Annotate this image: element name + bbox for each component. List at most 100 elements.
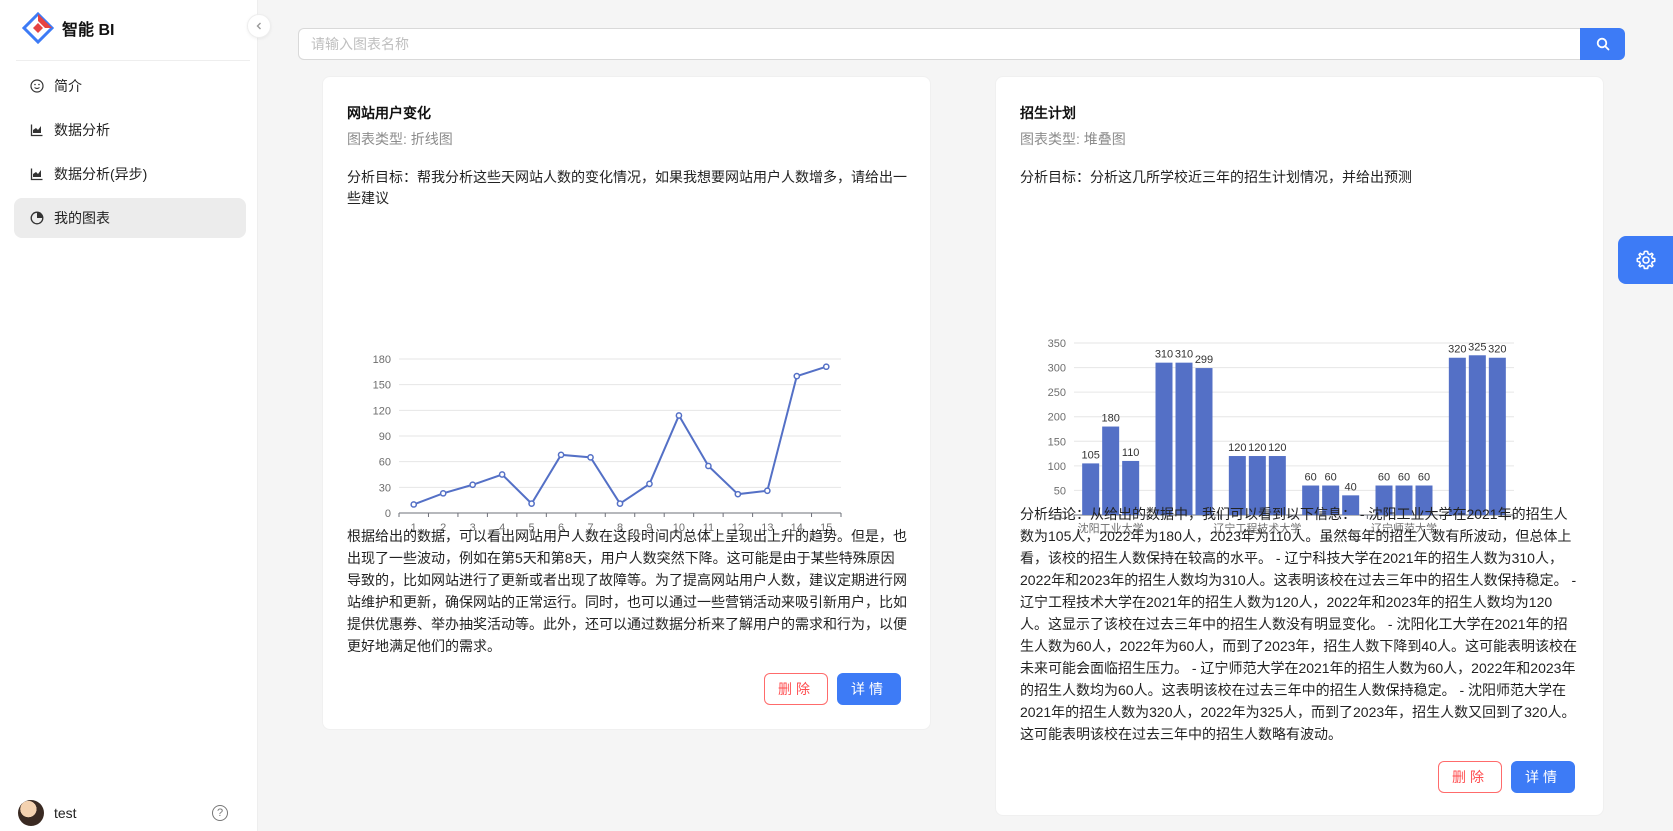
- sidebar-item-my-charts[interactable]: 我的图表: [14, 198, 246, 238]
- bar-value-label: 120: [1248, 442, 1266, 454]
- smile-icon: [30, 79, 44, 93]
- sidebar-item-label: 我的图表: [54, 210, 110, 226]
- app-logo[interactable]: 智能 BI: [22, 12, 114, 44]
- bar-value-label: 310: [1175, 349, 1193, 361]
- chart-title: 招生计划: [1020, 105, 1076, 121]
- search-input[interactable]: [298, 28, 1580, 60]
- bar-value-label: 60: [1305, 472, 1317, 484]
- bar: [1155, 362, 1173, 515]
- chart-goal: 分析目标：分析这几所学校近三年的招生计划情况，并给出预测: [1020, 169, 1412, 185]
- question-circle-icon[interactable]: ?: [212, 805, 228, 821]
- bar-value-label: 60: [1398, 472, 1410, 484]
- y-tick-label: 200: [1048, 412, 1066, 424]
- sidebar-item-label: 简介: [54, 78, 82, 94]
- y-tick-label: 90: [379, 431, 391, 443]
- data-point: [498, 471, 506, 478]
- data-point: [705, 462, 712, 470]
- line-chart: 03060901201501801 2 3 4 5 6 7 8 9 10 11 12 13 14 15: [373, 354, 842, 534]
- bar: [1175, 362, 1193, 515]
- data-point: [616, 500, 624, 507]
- chart-goal: 分析目标：帮我分析这些天网站人数的变化情况，如果我想要网站用户人数增多，请给出一…: [347, 169, 907, 206]
- chart-conclusion: 分析结论：从给出的数据中，我们可以看到以下信息： - 沈阳工业大学在2021年的…: [1020, 506, 1578, 742]
- search-icon: [1596, 37, 1609, 51]
- bar-value-label: 320: [1488, 344, 1506, 356]
- data-point: [439, 489, 447, 497]
- y-tick-label: 30: [379, 482, 391, 494]
- bar-value-label: 180: [1101, 413, 1119, 425]
- bar-value-label: 40: [1345, 481, 1357, 493]
- y-tick-label: 250: [1048, 387, 1066, 399]
- data-point: [469, 481, 477, 489]
- chart-type: 图表类型: 堆叠图: [1020, 131, 1126, 147]
- logo-icon: [22, 12, 54, 44]
- sidebar-item-analysis[interactable]: 数据分析: [14, 110, 246, 150]
- chevron-left-icon: [256, 22, 261, 30]
- sidebar-item-label: 数据分析: [54, 122, 110, 138]
- user-name: test: [54, 805, 77, 821]
- bar: [1102, 426, 1120, 515]
- bar-value-label: 60: [1325, 472, 1337, 484]
- y-tick-label: 50: [1054, 485, 1066, 497]
- chart-conclusion: 根据给出的数据，可以看出网站用户人数在这段时间内总体上呈现出上升的趋势。但是，也…: [347, 528, 907, 654]
- bar-value-label: 60: [1378, 472, 1390, 484]
- sidebar-collapse-button[interactable]: [247, 14, 271, 38]
- y-tick-label: 300: [1048, 363, 1066, 375]
- chart-card: 招生计划 图表类型: 堆叠图 分析目标：分析这几所学校近三年的招生计划情况，并给…: [995, 76, 1604, 816]
- bar-chart: 050100150200250300350105180110沈阳工业大学310 3…: [1048, 338, 1515, 535]
- y-tick-label: 0: [385, 508, 391, 520]
- settings-button[interactable]: [1618, 236, 1673, 284]
- bar-value-label: 325: [1468, 341, 1486, 353]
- data-point: [675, 412, 683, 419]
- y-tick-label: 180: [373, 354, 391, 366]
- bar-value-label: 310: [1155, 349, 1173, 361]
- data-point: [793, 372, 801, 380]
- y-tick-label: 120: [373, 405, 391, 417]
- sidebar-divider: [16, 60, 250, 61]
- line-chart-icon: [30, 123, 44, 137]
- delete-button[interactable]: 删除: [764, 673, 828, 705]
- data-point: [646, 480, 653, 488]
- line-chart-icon: [30, 167, 44, 181]
- y-tick-label: 150: [373, 380, 391, 392]
- chart-card: 网站用户变化 图表类型: 折线图 分析目标：帮我分析这些天网站人数的变化情况，如…: [322, 76, 931, 730]
- sidebar-item-intro[interactable]: 简介: [14, 66, 246, 106]
- bar-value-label: 60: [1418, 472, 1430, 484]
- chart-search: [298, 28, 1625, 60]
- sidebar-item-analysis-async[interactable]: 数据分析(异步): [14, 154, 246, 194]
- bar-value-label: 110: [1122, 447, 1140, 459]
- bar: [1468, 355, 1486, 515]
- data-point: [528, 500, 535, 507]
- bar-value-label: 120: [1228, 442, 1246, 454]
- data-point: [734, 490, 742, 498]
- pie-chart-icon: [30, 211, 44, 225]
- y-tick-label: 350: [1048, 338, 1066, 350]
- bar: [1195, 368, 1213, 515]
- detail-button[interactable]: 详情: [1511, 761, 1575, 793]
- data-point: [557, 451, 565, 459]
- sidebar-menu: 简介 数据分析 数据分析(异步) 我的图表: [14, 66, 246, 242]
- delete-button[interactable]: 删除: [1438, 761, 1502, 793]
- avatar[interactable]: [18, 800, 44, 826]
- bar: [1488, 357, 1506, 515]
- data-point: [822, 363, 830, 371]
- app-title: 智能 BI: [62, 22, 115, 39]
- bar: [1448, 357, 1466, 515]
- user-profile[interactable]: test: [18, 800, 77, 826]
- chart-title: 网站用户变化: [347, 105, 431, 121]
- data-point: [587, 454, 594, 461]
- y-tick-label: 60: [379, 457, 391, 469]
- chart-type: 图表类型: 折线图: [347, 131, 453, 147]
- data-point: [763, 487, 771, 495]
- bar-value-label: 105: [1081, 449, 1099, 461]
- y-tick-label: 150: [1048, 436, 1066, 448]
- bar-value-label: 120: [1268, 442, 1286, 454]
- data-point: [410, 501, 418, 508]
- sidebar: 智能 BI 简介 数据分析 数据分析(异步) 我的图表 test ?: [0, 0, 258, 831]
- gear-icon: [1636, 250, 1655, 270]
- search-button[interactable]: [1580, 28, 1625, 60]
- bar-value-label: 299: [1195, 354, 1213, 366]
- detail-button[interactable]: 详情: [837, 673, 901, 705]
- sidebar-item-label: 数据分析(异步): [54, 166, 148, 182]
- y-tick-label: 100: [1048, 461, 1066, 473]
- bar-value-label: 320: [1448, 344, 1466, 356]
